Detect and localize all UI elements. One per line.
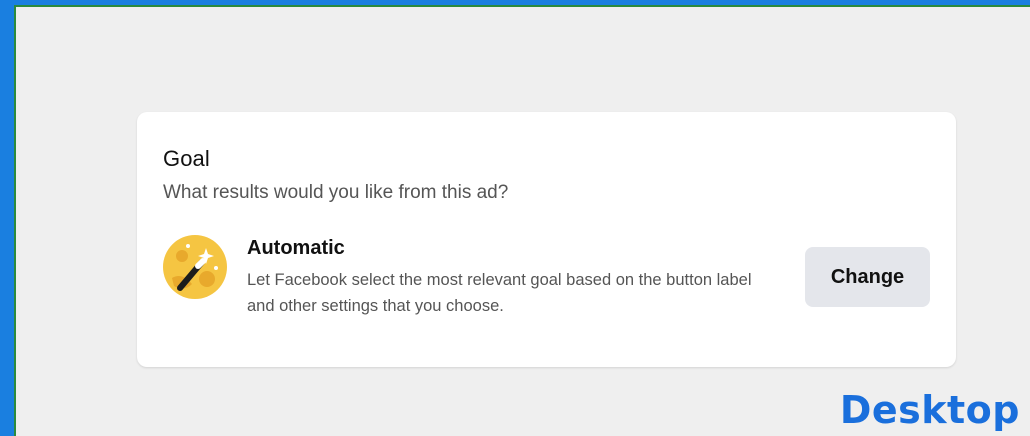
preview-canvas: Goal What results would you like from th… bbox=[14, 5, 1030, 436]
option-description: Let Facebook select the most relevant go… bbox=[247, 271, 752, 315]
goal-title: Goal bbox=[163, 146, 210, 171]
change-button[interactable]: Change bbox=[805, 247, 930, 307]
goal-subtitle: What results would you like from this ad… bbox=[163, 182, 509, 203]
option-title: Automatic bbox=[247, 237, 345, 259]
goal-card: Goal What results would you like from th… bbox=[137, 112, 956, 367]
magic-wand-icon bbox=[162, 234, 228, 300]
platform-label: Desktop bbox=[839, 388, 1020, 432]
